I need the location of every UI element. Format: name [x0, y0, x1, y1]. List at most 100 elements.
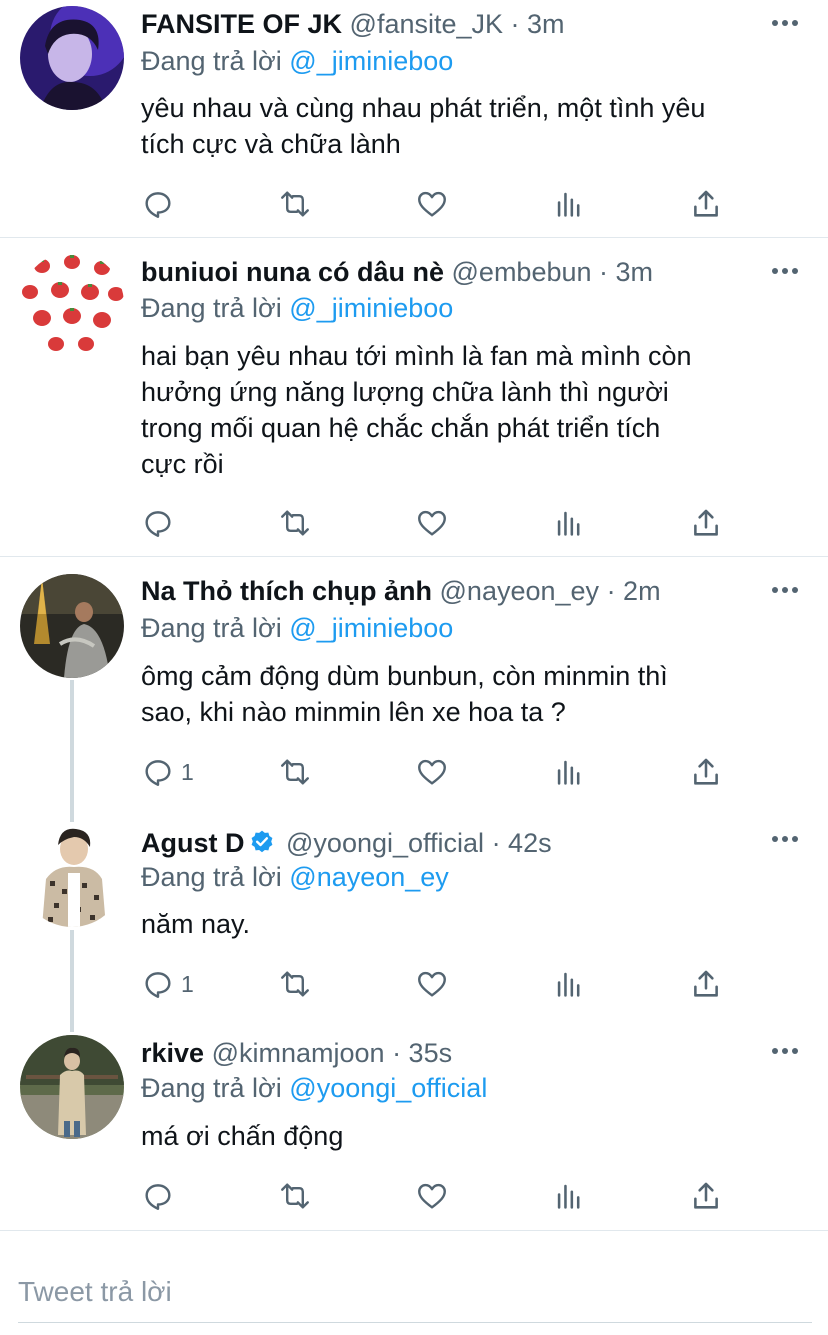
tweet-text-line: trong mối quan hệ chắc chắn phát triển t…	[141, 413, 661, 443]
like-button[interactable]	[415, 967, 449, 1001]
tweet-header: Na Thỏ thích chụp ảnh @nayeon_ey · 2m	[141, 573, 661, 609]
retweet-icon	[281, 1183, 309, 1209]
retweet-button[interactable]	[278, 1179, 312, 1213]
reply-button[interactable]	[141, 506, 181, 540]
retweet-button[interactable]	[278, 967, 312, 1001]
reply-button[interactable]: 1	[141, 755, 194, 789]
analytics-button[interactable]	[552, 187, 586, 221]
analytics-button[interactable]	[552, 967, 586, 1001]
tweet-header: Agust D @yoongi_official · 42s	[141, 825, 552, 861]
heart-icon	[418, 191, 446, 217]
display-name[interactable]: rkive	[141, 1038, 204, 1068]
share-button[interactable]	[689, 187, 723, 221]
more-icon[interactable]	[772, 836, 798, 844]
like-button[interactable]	[415, 755, 449, 789]
heart-icon	[418, 510, 446, 536]
tweet-actions	[141, 506, 741, 540]
retweet-icon	[281, 191, 309, 217]
display-name[interactable]: Agust D	[141, 828, 245, 858]
tweet-text: ômg cảm động dùm bunbun, còn minmin thì …	[141, 658, 801, 730]
more-icon[interactable]	[772, 268, 798, 276]
more-icon[interactable]	[772, 1048, 798, 1056]
tweet-text: yêu nhau và cùng nhau phát triển, một tì…	[141, 90, 801, 162]
tweet-time[interactable]: · 2m	[607, 576, 661, 606]
share-button[interactable]	[689, 755, 723, 789]
reply-button[interactable]	[141, 187, 181, 221]
more-icon[interactable]	[772, 20, 798, 28]
share-button[interactable]	[689, 1179, 723, 1213]
replying-mention[interactable]: @yoongi_official	[289, 1073, 487, 1103]
avatar-agust-d[interactable]	[20, 823, 124, 927]
heart-icon	[418, 759, 446, 785]
reply-icon	[145, 511, 171, 537]
tweet-nayeon[interactable]: Na Thỏ thích chụp ảnh @nayeon_ey · 2m Đa…	[0, 557, 828, 815]
replying-to: Đang trả lời @_jiminieboo	[141, 290, 453, 326]
tweet-time[interactable]: · 42s	[492, 828, 552, 858]
tweet-text: má ơi chấn động	[141, 1118, 801, 1154]
user-handle[interactable]: @fansite_JK	[350, 9, 503, 39]
heart-icon	[418, 1183, 446, 1209]
replying-to: Đang trả lời @nayeon_ey	[141, 859, 449, 895]
tweet-embebun[interactable]: buniuoi nuna có dâu nè @embebun · 3m Đan…	[0, 238, 828, 556]
analytics-button[interactable]	[552, 506, 586, 540]
replying-mention[interactable]: @_jiminieboo	[289, 46, 453, 76]
analytics-icon	[557, 511, 580, 536]
tweet-rkive[interactable]: rkive @kimnamjoon · 35s Đang trả lời @yo…	[0, 1027, 828, 1229]
reply-composer	[0, 1230, 828, 1335]
tweet-time[interactable]: · 3m	[599, 257, 653, 287]
user-handle[interactable]: @embebun	[452, 257, 592, 287]
replying-mention[interactable]: @_jiminieboo	[289, 613, 453, 643]
replying-label: Đang trả lời	[141, 293, 282, 323]
share-icon	[694, 758, 718, 785]
user-handle[interactable]: @kimnamjoon	[212, 1038, 385, 1068]
tweet-time[interactable]: · 35s	[392, 1038, 452, 1068]
like-button[interactable]	[415, 1179, 449, 1213]
share-button[interactable]	[689, 506, 723, 540]
reply-input[interactable]	[18, 1261, 812, 1323]
avatar-embebun[interactable]	[20, 252, 124, 356]
share-button[interactable]	[689, 967, 723, 1001]
analytics-icon	[557, 972, 580, 997]
user-handle[interactable]: @nayeon_ey	[440, 576, 600, 606]
retweet-button[interactable]	[278, 187, 312, 221]
avatar-rkive[interactable]	[20, 1035, 124, 1139]
avatar-nayeon[interactable]	[20, 574, 124, 678]
replying-mention[interactable]: @nayeon_ey	[289, 862, 449, 892]
tweet-text: năm nay.	[141, 906, 801, 942]
reply-button[interactable]	[141, 1179, 181, 1213]
share-icon	[694, 190, 718, 217]
display-name[interactable]: buniuoi nuna có dâu nè	[141, 257, 444, 287]
analytics-icon	[557, 760, 580, 785]
display-name[interactable]: Na Thỏ thích chụp ảnh	[141, 576, 432, 606]
tweet-actions	[141, 187, 741, 221]
tweet-text-line: ômg cảm động dùm bunbun, còn minmin thì	[141, 661, 668, 691]
analytics-icon	[557, 192, 580, 217]
tweet-actions: 1	[141, 967, 741, 1001]
replying-label: Đang trả lời	[141, 1073, 282, 1103]
retweet-button[interactable]	[278, 506, 312, 540]
reply-count: 1	[181, 758, 194, 785]
display-name[interactable]: FANSITE OF JK	[141, 9, 342, 39]
share-icon	[694, 509, 718, 536]
tweet-fansite-jk[interactable]: FANSITE OF JK @fansite_JK · 3m Đang trả …	[0, 0, 828, 237]
avatar-fansite-jk[interactable]	[20, 6, 124, 110]
tweet-header: buniuoi nuna có dâu nè @embebun · 3m	[141, 254, 653, 290]
more-icon[interactable]	[772, 587, 798, 595]
reply-button[interactable]: 1	[141, 967, 194, 1001]
analytics-button[interactable]	[552, 755, 586, 789]
like-button[interactable]	[415, 506, 449, 540]
user-handle[interactable]: @yoongi_official	[286, 828, 484, 858]
tweet-text-line: hưởng ứng năng lượng chữa lành thì người	[141, 377, 669, 407]
retweet-button[interactable]	[278, 755, 312, 789]
tweet-actions: 1	[141, 755, 741, 789]
like-button[interactable]	[415, 187, 449, 221]
replying-to: Đang trả lời @yoongi_official	[141, 1070, 487, 1106]
verified-badge-icon	[251, 830, 272, 853]
tweet-time[interactable]: · 3m	[511, 9, 565, 39]
reply-icon	[145, 192, 171, 218]
analytics-button[interactable]	[552, 1179, 586, 1213]
tweet-agust-d[interactable]: Agust D @yoongi_official · 42s Đang trả …	[0, 815, 828, 1027]
share-icon	[694, 970, 718, 997]
replying-mention[interactable]: @_jiminieboo	[289, 293, 453, 323]
reply-count: 1	[181, 970, 194, 997]
